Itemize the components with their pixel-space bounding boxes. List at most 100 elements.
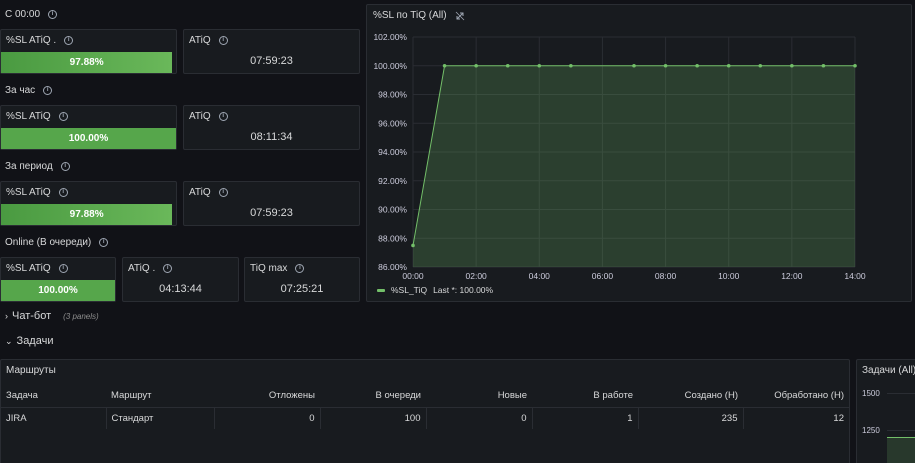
sl-value: 100.00% [68,133,109,144]
info-icon[interactable]: i [218,188,228,197]
panel-title: %SL ATiQ [6,263,51,274]
data-point [569,63,573,68]
series-area [887,437,915,463]
table-cell: 0 [214,407,321,429]
y-tick-label: 94.00% [378,147,407,157]
panel-title: Маршруты [6,365,56,376]
panel-title: ATiQ [189,187,211,198]
data-point [505,63,510,68]
table-cell: Стандарт [106,407,215,429]
info-icon[interactable]: i [218,112,228,121]
info-icon[interactable]: i [60,162,70,171]
table-row: JIRA Стандарт 0 100 0 1 235 12 [1,407,849,429]
stat-panel-sl-since-midnight[interactable]: %SL ATiQ . i 97.88% [0,29,177,74]
section-title-last-hour: За час i [5,85,53,96]
series-area [413,65,855,267]
y-tick-label: 102.00% [373,32,407,42]
data-point [663,63,668,68]
chevron-down-icon: ⌄ [5,335,13,346]
panel-title: TiQ max [250,263,288,274]
chevron-right-icon: › [5,311,8,321]
column-header[interactable]: В очереди [320,385,426,408]
info-icon[interactable]: i [48,10,58,19]
routes-table: Задача Маршрут Отложены В очереди Новые … [1,385,849,429]
sl-gauge-bar: 100.00% [1,280,115,301]
info-icon[interactable]: i [58,264,68,273]
panel-title: ATiQ [189,35,211,46]
data-point [411,243,415,248]
sl-gauge-bar: 97.88% [1,52,173,73]
column-header[interactable]: В работе [532,385,638,408]
column-header[interactable]: Обработано (Н) [743,385,849,408]
row-tasks[interactable]: ⌄ Задачи [5,335,53,347]
y-tick-label: 100.00% [373,61,407,71]
y-tick-label: 90.00% [378,205,407,215]
y-tick-label: 98.00% [378,90,407,100]
table-cell: 100 [320,407,427,429]
info-icon[interactable]: i [99,238,109,247]
row-panel-count: (3 panels) [63,311,99,321]
info-icon[interactable]: i [43,86,53,95]
info-icon[interactable]: i [58,112,68,121]
data-point [821,63,826,68]
panel-title: %SL ATiQ [6,187,51,198]
stat-panel-atiq-online[interactable]: ATiQ . i 04:13:44 [122,257,239,302]
sl-value: 100.00% [38,285,78,296]
y-tick-label: 1500 [862,389,880,398]
table-cell: 1 [532,407,639,429]
routes-table-panel[interactable]: Маршруты Задача Маршрут Отложены В очере… [0,359,850,463]
y-tick-label: 92.00% [378,176,407,186]
info-icon[interactable]: i [58,188,68,197]
data-point [790,63,794,68]
section-title-online: Online (В очереди) i [5,237,109,248]
column-header[interactable]: Отложены [214,385,320,408]
x-tick-label: 08:00 [655,271,677,281]
stat-panel-atiq-last-hour[interactable]: ATiQ i 08:11:34 [183,105,360,150]
data-point [853,63,857,68]
data-point [442,63,447,68]
section-title-since-midnight: С 00:00 i [5,9,58,20]
y-tick-label: 96.00% [378,118,407,128]
info-icon[interactable]: i [218,36,228,45]
panel-title: ATiQ . [128,263,156,274]
legend-swatch [377,288,385,292]
row-chatbot[interactable]: › Чат-бот (3 panels) [5,310,99,322]
sl-tiq-chart[interactable]: 86.00%88.00%90.00%92.00%94.00%96.00%98.0… [367,5,911,301]
row-title: Чат-бот [12,310,52,322]
y-tick-label: 88.00% [378,233,407,243]
chart-legend[interactable]: %SL_TiQ Last *: 100.00% [377,285,493,295]
table-cell: 235 [638,407,744,429]
table-header-row: Задача Маршрут Отложены В очереди Новые … [1,385,849,408]
table-cell: 12 [833,412,844,424]
stat-panel-atiq-since-midnight[interactable]: ATiQ i 07:59:23 [183,29,360,74]
stat-panel-sl-online[interactable]: %SL ATiQ i 100.00% [0,257,116,302]
panel-title: Задачи (All) [862,365,915,376]
column-header[interactable]: Маршрут [106,385,214,408]
stat-panel-tiq-max-online[interactable]: TiQ max i 07:25:21 [244,257,360,302]
panel-title: %SL ATiQ [6,111,51,122]
row-title: Задачи [16,335,54,347]
stat-panel-sl-period[interactable]: %SL ATiQ i 97.88% [0,181,177,226]
column-header[interactable]: Задача [1,385,106,408]
panel-title: ATiQ [189,111,211,122]
table-cell: JIRA [1,407,107,429]
sl-tiq-chart-panel[interactable]: %SL по TiQ (All) 86.00% 88.00% 90.00% 92.00… [366,4,912,302]
atiq-value: 08:11:34 [250,131,293,143]
tasks-all-panel[interactable]: Задачи (All) 1500 1250 [856,359,915,463]
x-tick-label: 14:00 [844,271,866,281]
atiq-value: 07:59:23 [250,207,293,219]
column-header[interactable]: Создано (Н) [638,385,743,408]
info-icon[interactable]: i [295,264,305,273]
column-header[interactable]: Новые [426,385,532,408]
atiq-value: 04:13:44 [159,283,202,295]
data-point [537,63,542,68]
panel-title: %SL ATiQ . [6,35,57,46]
info-icon[interactable]: i [64,36,74,45]
info-icon[interactable]: i [163,264,173,273]
legend-series-name: %SL_TiQ [391,285,428,295]
stat-panel-sl-last-hour[interactable]: %SL ATiQ i 100.00% [0,105,177,150]
data-point [474,63,478,68]
stat-panel-atiq-period[interactable]: ATiQ i 07:59:23 [183,181,360,226]
table-cell: 0 [426,407,533,429]
sl-value: 97.88% [69,209,104,220]
